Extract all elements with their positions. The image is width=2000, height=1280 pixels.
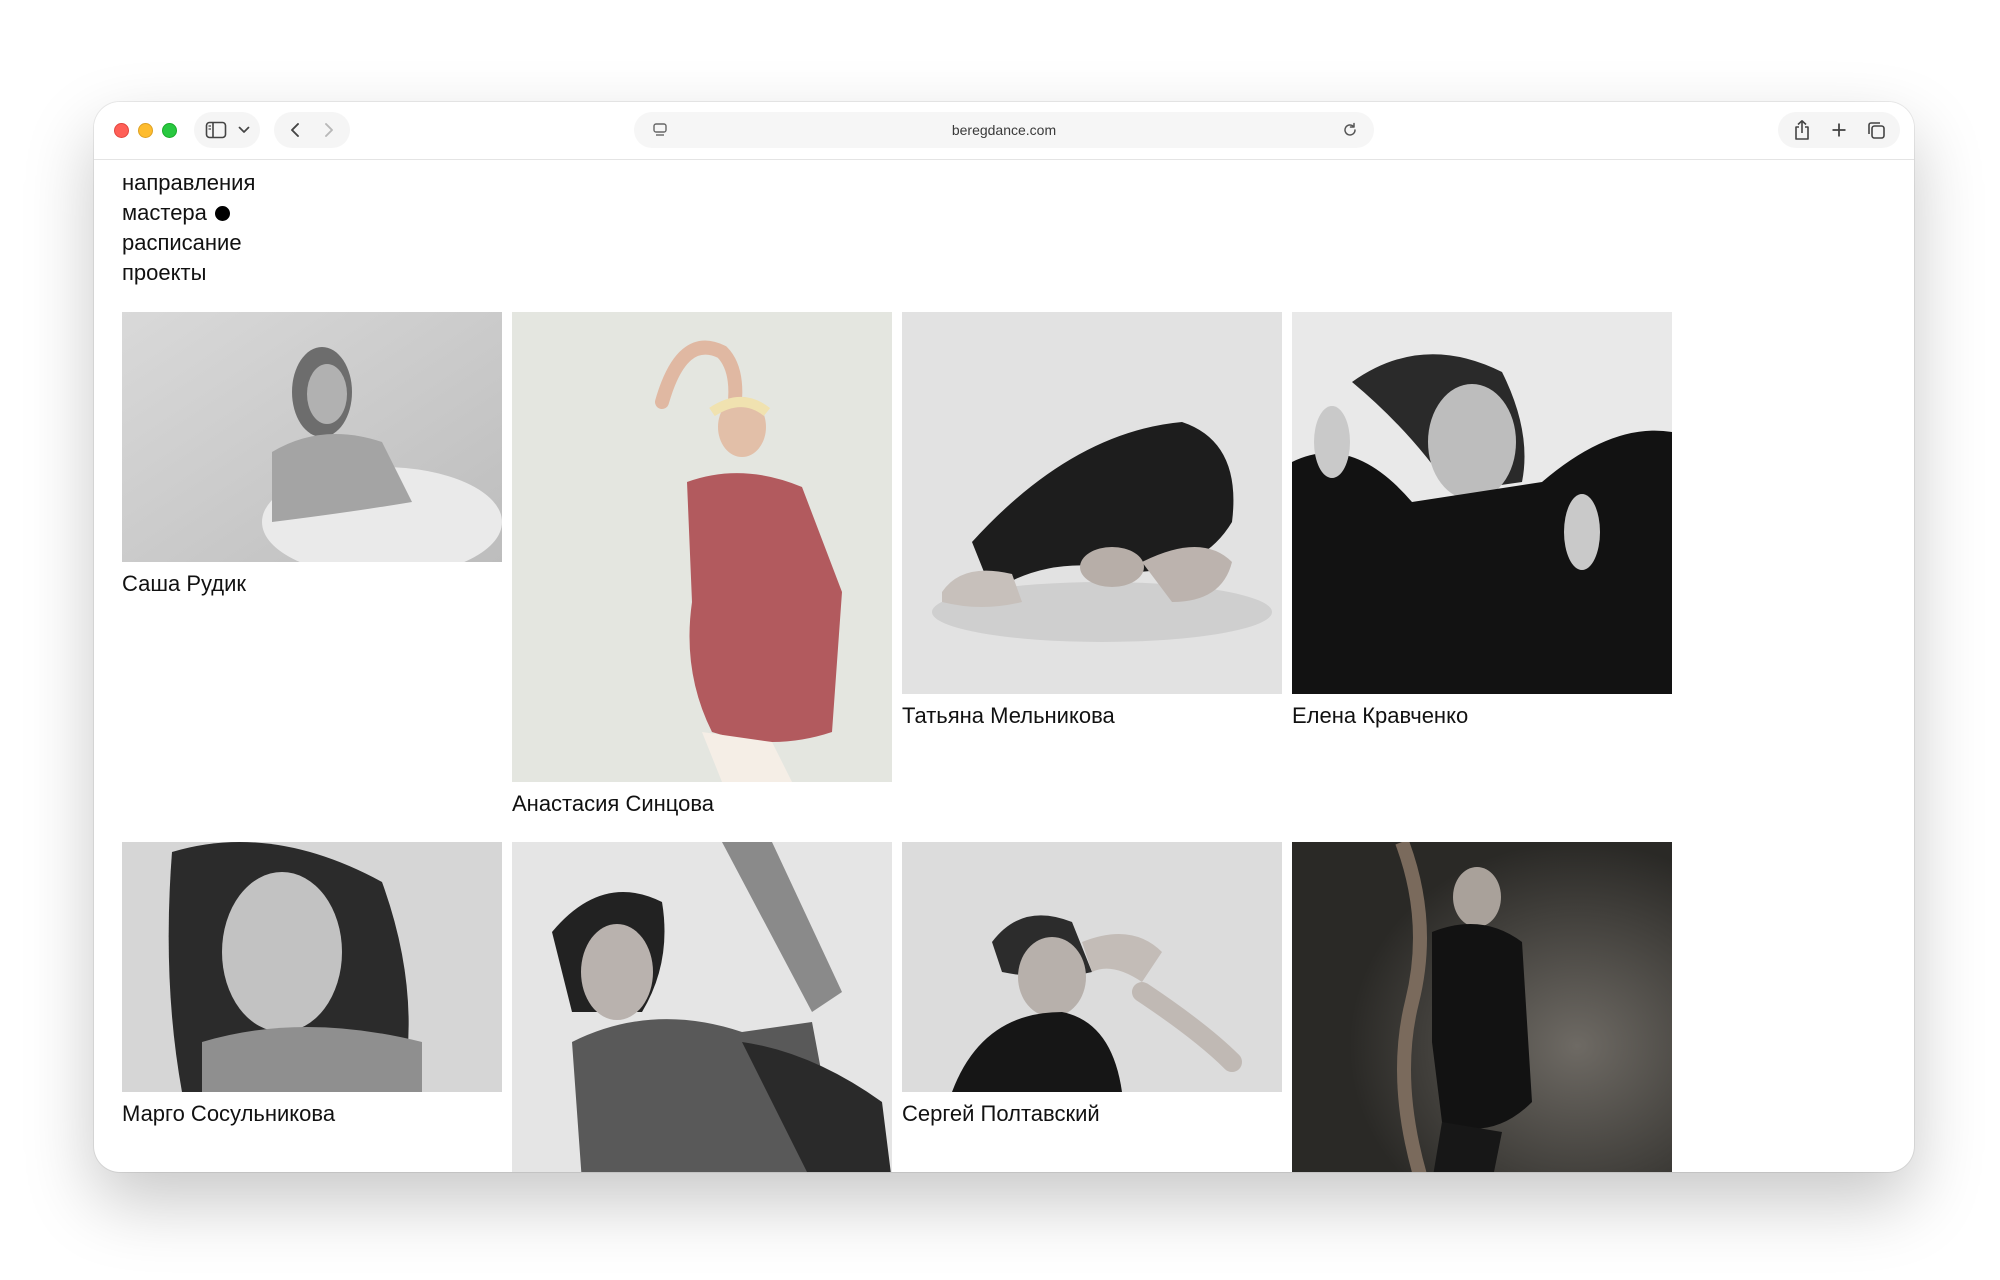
chevron-left-icon <box>291 123 299 137</box>
master-name: Татьяна Мельникова <box>902 703 1115 728</box>
master-name: Сергей Полтавский <box>902 1101 1100 1126</box>
browser-toolbar: beregdance.com <box>94 102 1914 160</box>
share-icon[interactable] <box>1786 112 1818 148</box>
master-card[interactable]: Анастасия Синцова <box>512 312 892 818</box>
sidebar-toggle-group <box>194 112 260 148</box>
master-name: Елена Кравченко <box>1292 703 1469 728</box>
nav-item-masters[interactable]: мастера <box>122 198 255 228</box>
master-name: Анастасия Синцова <box>512 791 715 816</box>
master-name: Марго Сосульникова <box>122 1101 336 1126</box>
browser-actions-group <box>1778 112 1900 148</box>
chevron-down-icon[interactable] <box>234 112 254 148</box>
nav-item-directions[interactable]: направления <box>122 168 255 198</box>
master-photo[interactable] <box>512 312 892 782</box>
master-card[interactable] <box>1292 842 1672 1172</box>
master-name: Саша Рудик <box>122 571 247 596</box>
browser-window: beregdance.com направления мастера распи… <box>94 102 1914 1172</box>
minimize-window-button[interactable] <box>138 123 153 138</box>
zoom-window-button[interactable] <box>162 123 177 138</box>
master-card[interactable]: Саша Рудик <box>122 312 502 598</box>
history-nav-group <box>274 112 350 148</box>
master-card[interactable]: Татьяна Мельникова <box>902 312 1282 730</box>
master-photo[interactable] <box>512 842 892 1172</box>
tab-overview-icon[interactable] <box>1860 112 1892 148</box>
sidebar-icon[interactable] <box>202 112 230 148</box>
site-nav: направления мастера расписание проекты <box>122 168 255 288</box>
forward-button[interactable] <box>314 112 344 148</box>
reload-icon[interactable] <box>1338 112 1362 148</box>
page-content: направления мастера расписание проекты С… <box>94 160 1914 1172</box>
master-photo[interactable] <box>1292 312 1672 694</box>
master-photo[interactable] <box>122 312 502 562</box>
url-text: beregdance.com <box>951 122 1057 138</box>
close-window-button[interactable] <box>114 123 129 138</box>
master-card[interactable]: Марго Сосульникова <box>122 842 502 1128</box>
master-photo[interactable] <box>902 312 1282 694</box>
nav-item-schedule[interactable]: расписание <box>122 228 255 258</box>
new-tab-icon[interactable] <box>1824 112 1854 148</box>
master-photo[interactable] <box>1292 842 1672 1172</box>
master-photo[interactable] <box>902 842 1282 1092</box>
master-photo[interactable] <box>122 842 502 1092</box>
master-card[interactable]: Сергей Полтавский <box>902 842 1282 1128</box>
master-card[interactable] <box>512 842 892 1172</box>
active-indicator-dot <box>214 205 230 221</box>
chevron-right-icon <box>325 123 333 137</box>
master-card[interactable]: Елена Кравченко <box>1292 312 1672 730</box>
address-bar[interactable]: beregdance.com <box>634 112 1374 148</box>
nav-item-projects[interactable]: проекты <box>122 258 255 288</box>
back-button[interactable] <box>280 112 310 148</box>
